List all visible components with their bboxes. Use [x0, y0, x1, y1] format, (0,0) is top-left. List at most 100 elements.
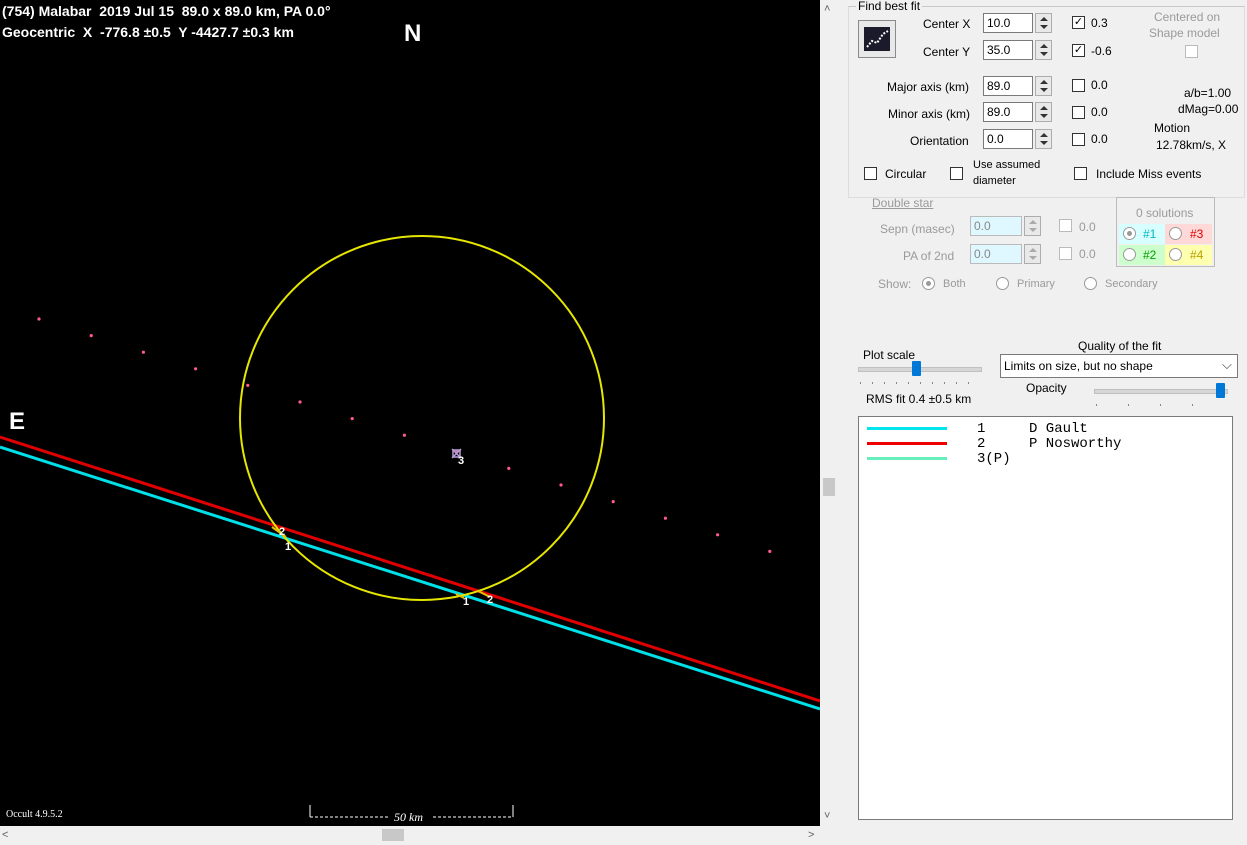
minor-axis-input[interactable]: 89.0	[983, 102, 1033, 122]
pa-2nd-checkbox[interactable]	[1059, 247, 1072, 260]
sepn-spinner[interactable]	[1024, 216, 1041, 236]
solution-2-radio[interactable]	[1123, 248, 1136, 261]
vertical-scroll-thumb[interactable]	[823, 478, 835, 496]
plot-title-line2: Geocentric X -776.8 ±0.5 Y -4427.7 ±0.3 …	[2, 24, 294, 40]
shape-model-label: Shape model	[1149, 26, 1220, 40]
orientation-checkbox[interactable]	[1072, 133, 1085, 146]
sepn-check-value: 0.0	[1079, 220, 1096, 234]
opacity-thumb[interactable]	[1216, 383, 1225, 398]
legend-line-1	[867, 427, 947, 430]
chord-label-a2: 2	[279, 526, 286, 538]
plot-svg	[0, 235, 820, 818]
center-y-input[interactable]: 35.0	[983, 40, 1033, 60]
show-secondary-label: Secondary	[1105, 278, 1158, 290]
pa-2nd-spinner[interactable]	[1024, 244, 1041, 264]
sepn-label: Sepn (masec)	[880, 222, 955, 236]
solution-4-radio[interactable]	[1169, 248, 1182, 261]
observer-legend: 1 D Gault 2 P Nosworthy 3(P)	[858, 416, 1233, 820]
minor-axis-label: Minor axis (km)	[888, 107, 971, 121]
major-axis-label: Major axis (km)	[887, 80, 970, 94]
solution-1-label: #1	[1143, 227, 1157, 241]
scroll-left-icon[interactable]: <	[2, 829, 8, 841]
fit-chart-icon	[864, 27, 890, 51]
minor-axis-spinner[interactable]	[1035, 102, 1052, 122]
north-label: N	[404, 20, 422, 47]
circular-label: Circular	[885, 167, 927, 181]
solution-2[interactable]: #2	[1119, 245, 1165, 265]
motion-value: 12.78km/s, X	[1156, 138, 1227, 152]
vertical-scrollbar[interactable]: ˄ ˅	[820, 0, 838, 826]
solution-1[interactable]: #1	[1119, 224, 1165, 244]
path-dot	[246, 383, 250, 387]
orientation-input[interactable]: 0.0	[983, 129, 1033, 149]
horizontal-scrollbar[interactable]: < >	[0, 826, 820, 845]
use-assumed-checkbox[interactable]	[950, 167, 963, 180]
solution-4[interactable]: #4	[1165, 245, 1212, 265]
chord-label-b2: 2	[487, 594, 494, 606]
major-axis-input[interactable]: 89.0	[983, 76, 1033, 96]
legend-number-2: 2	[977, 436, 986, 452]
diameter-label: diameter	[973, 175, 1016, 187]
minor-axis-checkbox[interactable]	[1072, 106, 1085, 119]
dmag-label: dMag=0.00	[1178, 102, 1239, 116]
opacity-track[interactable]	[1094, 389, 1228, 394]
show-both-label: Both	[943, 278, 966, 290]
solution-3-radio[interactable]	[1169, 227, 1182, 240]
major-axis-spinner[interactable]	[1035, 76, 1052, 96]
legend-text-2: P Nosworthy	[1029, 436, 1122, 452]
scroll-down-icon[interactable]: ˅	[824, 810, 830, 822]
orientation-spinner[interactable]	[1035, 129, 1052, 149]
double-star-title: Double star	[872, 196, 934, 210]
center-x-label: Center X	[923, 17, 971, 31]
scale-label: 50 km	[394, 810, 423, 824]
solution-1-radio[interactable]	[1123, 227, 1136, 240]
motion-label: Motion	[1154, 121, 1191, 135]
centered-on-label: Centered on	[1154, 10, 1221, 24]
opacity-ticks	[1096, 404, 1224, 406]
event-markers	[271, 526, 491, 599]
quality-select[interactable]: Limits on size, but no shape ⌵	[1000, 354, 1238, 378]
chevron-down-icon: ⌵	[1222, 357, 1232, 372]
center-y-spinner[interactable]	[1035, 40, 1052, 60]
legend-line-2	[867, 442, 947, 445]
center-y-label: Center Y	[923, 45, 971, 59]
solutions-group: 0 solutions #1 #3 #2 #4	[1116, 197, 1215, 267]
show-primary-label: Primary	[1017, 278, 1055, 290]
solution-4-label: #4	[1190, 248, 1204, 262]
include-miss-checkbox[interactable]	[1074, 167, 1087, 180]
sepn-checkbox[interactable]	[1059, 219, 1072, 232]
center-x-spinner[interactable]	[1035, 13, 1052, 33]
ab-ratio-label: a/b=1.00	[1184, 86, 1232, 100]
show-both-radio[interactable]	[922, 277, 935, 290]
quality-label: Quality of the fit	[1078, 339, 1162, 353]
sepn-input[interactable]: 0.0	[970, 216, 1022, 236]
center-x-input[interactable]: 10.0	[983, 13, 1033, 33]
legend-number-3: 3(P)	[977, 451, 1011, 467]
pa-2nd-label: PA of 2nd	[903, 249, 955, 263]
plot-scale-ticks	[860, 382, 980, 384]
plot-scale-thumb[interactable]	[912, 361, 921, 376]
plot-canvas[interactable]: (754) Malabar 2019 Jul 15 89.0 x 89.0 km…	[0, 0, 820, 826]
solution-3[interactable]: #3	[1165, 224, 1212, 244]
pa-2nd-check-value: 0.0	[1079, 247, 1096, 261]
center-x-checkbox[interactable]: ✓	[1072, 16, 1085, 29]
pa-2nd-input[interactable]: 0.0	[970, 244, 1022, 264]
major-axis-checkbox[interactable]	[1072, 79, 1085, 92]
show-secondary-radio[interactable]	[1084, 277, 1097, 290]
center-y-checkbox[interactable]: ✓	[1072, 44, 1085, 57]
center-x-check-value: 0.3	[1091, 16, 1108, 30]
chord-2-line	[0, 435, 820, 703]
scroll-right-icon[interactable]: >	[808, 829, 814, 841]
plot-scale-label: Plot scale	[863, 348, 916, 362]
quality-select-value: Limits on size, but no shape	[1004, 359, 1153, 373]
show-primary-radio[interactable]	[996, 277, 1009, 290]
circular-checkbox[interactable]	[864, 167, 877, 180]
center-label: 3	[458, 455, 465, 467]
best-fit-button[interactable]	[858, 20, 896, 58]
scroll-up-icon[interactable]: ˄	[824, 3, 830, 15]
shape-model-checkbox[interactable]	[1185, 45, 1198, 58]
path-dot	[89, 334, 93, 338]
major-axis-check-value: 0.0	[1091, 78, 1108, 92]
version-label: Occult 4.9.5.2	[6, 809, 63, 820]
horizontal-scroll-thumb[interactable]	[382, 829, 404, 841]
